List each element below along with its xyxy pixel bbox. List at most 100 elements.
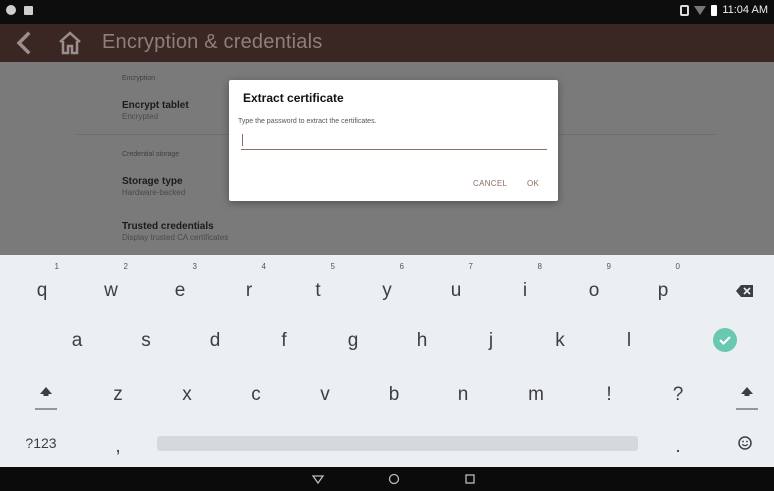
pref-storage-type[interactable]: Storage type Hardware-backed [122, 176, 185, 197]
key-question[interactable]: ? [653, 375, 703, 415]
pref-title: Storage type [122, 176, 183, 187]
status-bar: 11:04 AM [0, 0, 774, 24]
nav-home-button[interactable] [386, 471, 402, 487]
status-left [6, 5, 33, 15]
cancel-button[interactable]: CANCEL [473, 179, 507, 188]
key-x[interactable]: x [162, 375, 212, 415]
key-s[interactable]: s [121, 321, 171, 361]
key-label: q [36, 280, 48, 301]
key-k[interactable]: k [535, 321, 585, 361]
category-credential-storage: Credential storage [122, 151, 180, 158]
key-label: u [450, 280, 462, 301]
page-title: Encryption & credentials [102, 31, 323, 53]
nav-recents-square-icon [465, 474, 475, 484]
backspace-key[interactable] [720, 271, 770, 311]
nav-home-circle-icon [388, 473, 400, 485]
key-v[interactable]: v [300, 375, 350, 415]
category-encryption: Encryption [122, 75, 156, 82]
key-hint: 0 [675, 262, 680, 271]
back-button[interactable] [10, 30, 40, 56]
key-hint: 9 [606, 262, 611, 271]
key-w[interactable]: w2 [86, 262, 136, 311]
key-hint: 7 [468, 262, 473, 271]
emoji-key[interactable] [720, 423, 770, 463]
password-input[interactable] [241, 132, 547, 150]
key-t[interactable]: t5 [293, 262, 343, 311]
key-b[interactable]: b [369, 375, 419, 415]
home-icon [59, 31, 81, 55]
key-l[interactable]: l [604, 321, 654, 361]
home-button[interactable] [54, 29, 86, 57]
text-cursor [242, 134, 243, 146]
key-u[interactable]: u7 [431, 262, 481, 311]
check-circle-icon [719, 336, 731, 346]
key-hint: 5 [330, 262, 335, 271]
notification-dot-icon [6, 5, 16, 15]
key-label: p [657, 280, 669, 301]
pref-summary: Hardware-backed [122, 188, 186, 197]
shift-arrow-icon [736, 387, 758, 410]
key-period[interactable]: . [653, 427, 703, 467]
key-h[interactable]: h [397, 321, 447, 361]
key-a[interactable]: a [52, 321, 102, 361]
nav-recents-button[interactable] [462, 471, 478, 487]
status-right: 11:04 AM [680, 4, 768, 16]
emoji-icon [738, 436, 752, 450]
key-i[interactable]: i8 [500, 262, 550, 311]
key-z[interactable]: z [93, 375, 143, 415]
key-hint: 3 [192, 262, 197, 271]
pref-summary: Encrypted [122, 112, 159, 121]
nav-back-triangle-icon [311, 475, 325, 485]
key-label: t [315, 280, 321, 301]
notification-square-icon [24, 5, 33, 15]
pref-summary: Display trusted CA certificates [122, 233, 229, 242]
key-q[interactable]: q1 [17, 262, 67, 311]
key-e[interactable]: e3 [155, 262, 205, 311]
key-label: i [522, 280, 528, 301]
status-time: 11:04 AM [722, 4, 768, 16]
pref-title: Encrypt tablet [122, 100, 189, 111]
key-g[interactable]: g [328, 321, 378, 361]
key-n[interactable]: n [438, 375, 488, 415]
app-bar: Encryption & credentials [0, 24, 774, 62]
symbols-key[interactable]: ?123 [16, 423, 66, 463]
navigation-bar [0, 467, 774, 491]
shift-arrow-icon [35, 387, 57, 410]
dialog-title: Extract certificate [243, 91, 344, 105]
pref-trusted-credentials[interactable]: Trusted credentials Display trusted CA c… [122, 221, 228, 242]
pref-encrypt-tablet[interactable]: Encrypt tablet Encrypted [122, 100, 189, 121]
key-f[interactable]: f [259, 321, 309, 361]
pref-title: Trusted credentials [122, 221, 214, 232]
key-hint: 8 [537, 262, 542, 271]
key-label: y [382, 280, 392, 301]
key-label: o [588, 280, 600, 301]
battery-icon [711, 4, 718, 16]
key-m[interactable]: m [511, 375, 561, 415]
key-label: e [174, 280, 186, 301]
shift-key-right[interactable] [735, 381, 759, 411]
ok-button[interactable]: OK [527, 179, 539, 188]
vibrate-icon [680, 4, 690, 16]
key-label: r [245, 280, 253, 301]
key-r[interactable]: r4 [224, 262, 274, 311]
dialog-message: Type the password to extract the certifi… [238, 118, 377, 125]
key-comma[interactable]: , [93, 427, 143, 467]
enter-key[interactable] [713, 328, 737, 352]
key-label: w [104, 280, 118, 301]
key-y[interactable]: y6 [362, 262, 412, 311]
key-p[interactable]: p0 [638, 262, 688, 311]
soft-keyboard: q1 w2 e3 r4 t5 y6 u7 i8 o9 p0 a s d f g … [0, 255, 774, 467]
key-j[interactable]: j [466, 321, 516, 361]
wifi-icon [694, 5, 707, 15]
extract-certificate-dialog: Extract certificate Type the password to… [229, 80, 558, 201]
key-hint: 4 [261, 262, 266, 271]
key-exclamation[interactable]: ! [584, 375, 634, 415]
key-o[interactable]: o9 [569, 262, 619, 311]
key-c[interactable]: c [231, 375, 281, 415]
nav-back-button[interactable] [310, 471, 326, 487]
shift-key-left[interactable] [34, 381, 58, 411]
key-d[interactable]: d [190, 321, 240, 361]
key-hint: 2 [123, 262, 128, 271]
space-bar[interactable] [157, 436, 638, 451]
backspace-icon [736, 284, 753, 297]
